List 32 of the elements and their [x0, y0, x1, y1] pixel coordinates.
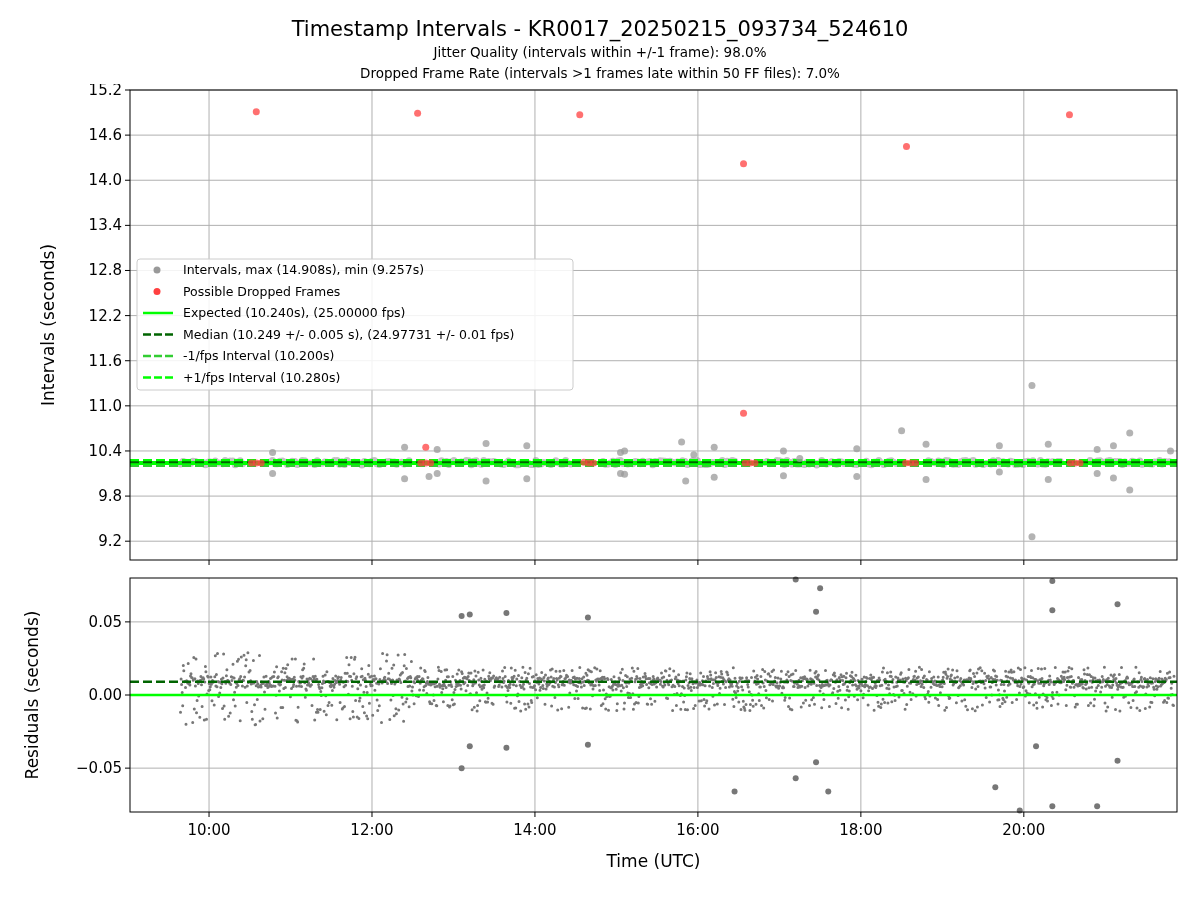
- y-tick-label: −0.05: [76, 759, 122, 778]
- y-tick-label: 11.6: [88, 351, 122, 370]
- y-tick-label: 0.00: [88, 686, 122, 704]
- y-tick-label: 14.0: [88, 171, 122, 190]
- y-tick-label: 13.4: [88, 216, 122, 235]
- y-tick-label: 12.8: [88, 261, 122, 280]
- chart-subtitle: Dropped Frame Rate (intervals >1 frames late within 50 FF files): 7.0%: [360, 64, 840, 83]
- legend-label: Expected (10.240s), (25.00000 fps): [183, 305, 406, 320]
- x-tick-label: 10:00: [187, 821, 231, 839]
- x-tick-label: 18:00: [839, 821, 883, 839]
- chart-subtitle: Jitter Quality (intervals within +/-1 frame): 98.0%: [433, 43, 767, 62]
- legend-label: Possible Dropped Frames: [183, 283, 341, 299]
- x-tick-label: 12:00: [350, 821, 394, 839]
- y-tick-label: 14.6: [88, 126, 122, 145]
- legend-label: -1/fps Interval (10.200s): [183, 348, 335, 363]
- y-tick-label: 11.0: [88, 396, 122, 415]
- y-tick-label: 10.4: [88, 441, 122, 460]
- y-tick-label: 0.05: [88, 612, 122, 631]
- y-axis-label: Residuals (seconds): [22, 610, 42, 780]
- chart-title: Timestamp Intervals - KR0017_20250215_093734_524610: [291, 16, 909, 42]
- x-axis-label: Time (UTC): [606, 851, 701, 871]
- y-axis-label: Intervals (seconds): [38, 243, 58, 407]
- x-tick-label: 14:00: [513, 821, 557, 839]
- y-tick-label: 15.2: [88, 84, 122, 99]
- y-tick-label: 9.8: [98, 487, 122, 506]
- legend-label: Intervals, max (14.908s), min (9.257s): [183, 262, 425, 277]
- x-tick-label: 16:00: [676, 821, 720, 839]
- legend-label: Median (10.249 +/- 0.005 s), (24.97731 +/- 0.01 fps): [183, 326, 515, 342]
- legend-label: +1/fps Interval (10.280s): [183, 369, 341, 385]
- y-tick-label: 9.2: [98, 532, 122, 551]
- y-tick-label: 12.2: [88, 306, 122, 325]
- x-tick-label: 20:00: [1002, 821, 1046, 839]
